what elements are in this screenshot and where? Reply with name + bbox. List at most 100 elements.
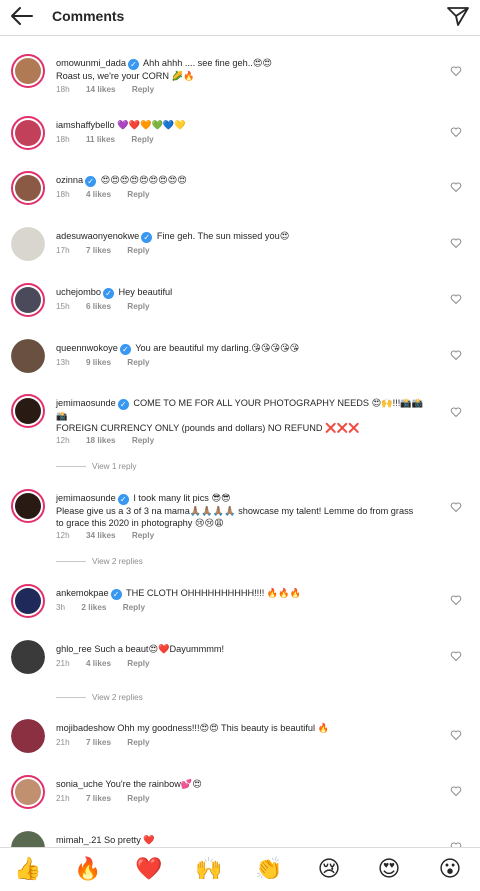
like-heart-icon[interactable] <box>450 293 462 305</box>
comment-time: 17h <box>56 246 70 255</box>
avatar[interactable] <box>11 171 45 205</box>
comment-username[interactable]: ghlo_ree <box>56 644 92 654</box>
like-heart-icon[interactable] <box>450 237 462 249</box>
view-replies-button[interactable]: View 1 reply <box>56 462 136 471</box>
reply-button[interactable]: Reply <box>127 738 149 747</box>
comment-time: 12h <box>56 436 70 445</box>
reply-button[interactable]: Reply <box>127 246 149 255</box>
comment-text-line2: Please give us a 3 of 3 na mama🙏🏽🙏🏽🙏🏽🙏🏽 … <box>56 506 414 516</box>
verified-badge-icon: ✓ <box>110 589 122 600</box>
avatar-photo <box>15 493 41 519</box>
avatar[interactable] <box>11 283 45 317</box>
comment-username[interactable]: queennwokoye <box>56 343 118 353</box>
avatar[interactable] <box>11 339 45 373</box>
like-heart-icon[interactable] <box>450 729 462 741</box>
comment-likes[interactable]: 7 likes <box>86 246 111 255</box>
comment-likes[interactable]: 2 likes <box>81 603 106 612</box>
avatar[interactable] <box>11 394 45 428</box>
reply-button[interactable]: Reply <box>127 190 149 199</box>
like-heart-icon[interactable] <box>450 181 462 193</box>
like-heart-icon[interactable] <box>450 126 462 138</box>
quick-reactions-bar: 👍 🔥 ❤️ 🙌 👏 😢 😍 😮 <box>0 847 480 891</box>
comment-text-line2: Roast us, we're your CORN 🌽🔥 <box>56 71 195 81</box>
comment-time: 21h <box>56 738 70 747</box>
comment-username[interactable]: mojibadeshow <box>56 723 115 733</box>
like-heart-icon[interactable] <box>450 785 462 797</box>
comment-username[interactable]: uchejombo <box>56 287 101 297</box>
comment-likes[interactable]: 18 likes <box>86 436 116 445</box>
reply-button[interactable]: Reply <box>131 135 153 144</box>
reply-button[interactable]: Reply <box>127 358 149 367</box>
reply-button[interactable]: Reply <box>132 85 154 94</box>
view-replies-label: View 2 replies <box>92 557 143 566</box>
thread-line <box>56 561 86 563</box>
comment-likes[interactable]: 4 likes <box>86 659 111 668</box>
comment-likes[interactable]: 11 likes <box>86 135 115 144</box>
comment-username[interactable]: jemimaosunde <box>56 398 116 408</box>
avatar[interactable] <box>11 54 45 88</box>
comment-likes[interactable]: 4 likes <box>86 190 111 199</box>
surprised-emoji-button[interactable]: 😮 <box>436 856 464 884</box>
comment-likes[interactable]: 14 likes <box>86 85 116 94</box>
heart-emoji-button[interactable]: ❤️ <box>135 856 163 884</box>
thread-line <box>56 466 86 468</box>
comment-text: COME TO ME FOR ALL YOUR PHOTOGRAPHY NEED… <box>133 398 424 408</box>
comment-text: Ahh ahhh .... see fine geh..😍😍 <box>143 58 273 68</box>
view-replies-button[interactable]: View 2 replies <box>56 693 143 702</box>
comment-text: 💜❤️🧡💚💙💛 <box>117 120 186 130</box>
avatar[interactable] <box>11 719 45 753</box>
comment-username[interactable]: ankemokpae <box>56 588 109 598</box>
like-heart-icon[interactable] <box>450 65 462 77</box>
avatar[interactable] <box>11 584 45 618</box>
reply-button[interactable]: Reply <box>132 436 154 445</box>
comment-likes[interactable]: 6 likes <box>86 302 111 311</box>
reply-button[interactable]: Reply <box>127 659 149 668</box>
avatar[interactable] <box>11 640 45 674</box>
fire-emoji-button[interactable]: 🔥 <box>74 856 102 884</box>
comment-time: 12h <box>56 531 70 540</box>
comment-list[interactable]: omowunmi_dada ✓ Ahh ahhh .... see fine ge… <box>0 37 480 847</box>
thumbs-up-emoji-button[interactable]: 👍 <box>14 856 42 884</box>
reply-button[interactable]: Reply <box>132 531 154 540</box>
raised-hands-emoji-button[interactable]: 🙌 <box>195 856 223 884</box>
heart-eyes-emoji-button[interactable]: 😍 <box>375 856 403 884</box>
comment-username[interactable]: mimah_.21 <box>56 835 101 845</box>
comment-username[interactable]: adesuwaonyenokwe <box>56 231 139 241</box>
verified-badge-icon: ✓ <box>85 176 97 187</box>
reply-button[interactable]: Reply <box>127 302 149 311</box>
view-replies-button[interactable]: View 2 replies <box>56 557 143 566</box>
comment-username[interactable]: jemimaosunde <box>56 493 116 503</box>
comment-username[interactable]: iamshaffybello <box>56 120 115 130</box>
crying-emoji-button[interactable]: 😢 <box>315 856 343 884</box>
comment-likes[interactable]: 7 likes <box>86 738 111 747</box>
verified-badge-icon: ✓ <box>117 399 129 410</box>
avatar[interactable] <box>11 116 45 150</box>
reply-button[interactable]: Reply <box>127 794 149 803</box>
direct-send-icon[interactable] <box>446 4 470 28</box>
avatar[interactable] <box>11 489 45 523</box>
reply-button[interactable]: Reply <box>123 603 145 612</box>
comment-username[interactable]: sonia_uche <box>56 779 103 789</box>
back-arrow-icon[interactable] <box>8 4 36 28</box>
thread-line <box>56 697 86 699</box>
comment-likes[interactable]: 9 likes <box>86 358 111 367</box>
like-heart-icon[interactable] <box>450 650 462 662</box>
comment-text: Ohh my goodness!!!😍😍 This beauty is beau… <box>117 723 330 733</box>
page-title: Comments <box>52 8 125 24</box>
comment-likes[interactable]: 7 likes <box>86 794 111 803</box>
clapping-emoji-button[interactable]: 👏 <box>255 856 283 884</box>
avatar[interactable] <box>11 831 45 847</box>
comment-text: You're the rainbow💕😍 <box>105 779 202 789</box>
comment-username[interactable]: ozinna <box>56 175 83 185</box>
like-heart-icon[interactable] <box>450 594 462 606</box>
like-heart-icon[interactable] <box>450 501 462 513</box>
comment-text-line3: to grace this 2020 in photography 😢😢😩 <box>56 518 224 528</box>
like-heart-icon[interactable] <box>450 349 462 361</box>
comment-time: 3h <box>56 603 66 612</box>
comment-likes[interactable]: 34 likes <box>86 531 116 540</box>
comment-username[interactable]: omowunmi_dada <box>56 58 126 68</box>
avatar[interactable] <box>11 227 45 261</box>
avatar[interactable] <box>11 775 45 809</box>
like-heart-icon[interactable] <box>450 406 462 418</box>
comment-text: 😍😍😍😍😍😍😍😍😍 <box>100 175 187 185</box>
